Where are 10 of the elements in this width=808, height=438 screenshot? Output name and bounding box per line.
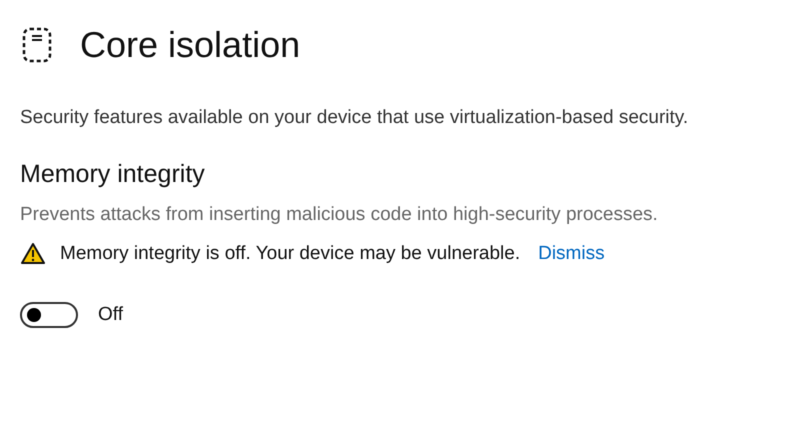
warning-icon xyxy=(20,242,46,265)
section-title: Memory integrity xyxy=(20,160,206,189)
warning-message: Memory integrity is off. Your device may be vulnerable. xyxy=(60,242,520,264)
page-description: Security features available on your device that use virtualization-based security. xyxy=(20,106,690,130)
page-title: Core isolation xyxy=(80,24,300,66)
toggle-switch[interactable] xyxy=(20,302,78,328)
chip-icon xyxy=(22,27,52,63)
section-description: Prevents attacks from inserting malicious code into high-security processes. xyxy=(20,203,659,227)
dismiss-link[interactable]: Dismiss xyxy=(538,242,605,264)
toggle-label: Off xyxy=(98,304,123,326)
